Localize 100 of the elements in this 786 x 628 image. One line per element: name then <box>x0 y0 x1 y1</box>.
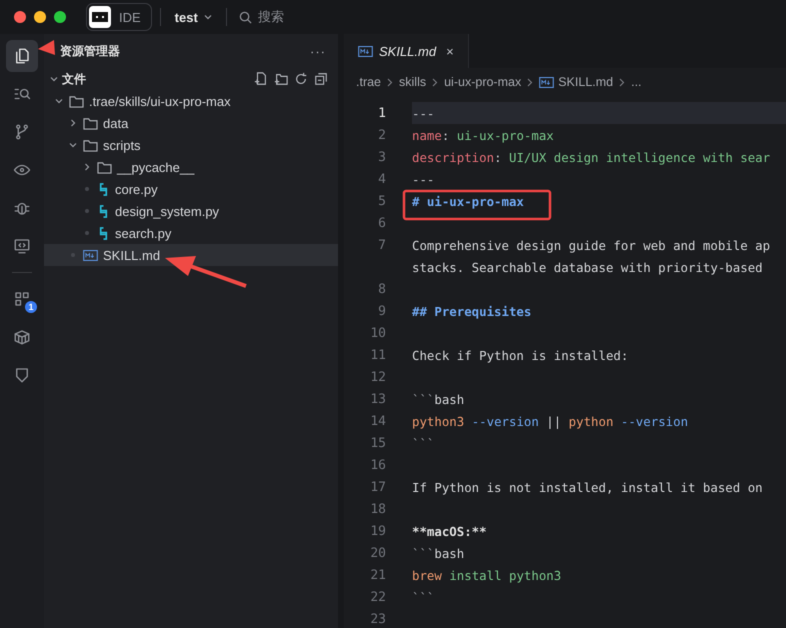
dot-icon <box>85 187 89 191</box>
tree-item[interactable]: SKILL.md <box>44 244 338 266</box>
folder-icon <box>69 94 84 108</box>
code-token: description <box>412 150 494 164</box>
code-token: Comprehensive design guide for web and mobile ap <box>412 238 770 252</box>
line-number: 17 <box>369 480 386 494</box>
line-number: 8 <box>377 282 386 296</box>
code-token: ``` <box>412 546 434 560</box>
code-token: name <box>412 128 442 142</box>
new-file-icon[interactable] <box>254 72 268 86</box>
line-number: 7 <box>377 238 386 252</box>
chevron-right-icon <box>619 78 626 86</box>
count-badge: 1 <box>25 301 37 313</box>
code-token: ui-ux-pro-max <box>456 128 554 142</box>
chevron-down-icon <box>55 97 63 105</box>
breadcrumb-item[interactable]: ... <box>631 75 642 89</box>
activity-button[interactable] <box>6 40 38 72</box>
branch-icon <box>13 123 31 141</box>
code-token: stacks. Searchable database with priority-based <box>412 260 763 274</box>
collapse-icon[interactable] <box>314 72 328 86</box>
breadcrumb-item[interactable]: skills <box>399 75 426 89</box>
line-number: 11 <box>369 348 386 362</box>
chevron-down-icon <box>204 13 212 21</box>
line-number: 3 <box>377 150 386 164</box>
line-number: 18 <box>369 502 386 516</box>
more-button[interactable]: ··· <box>310 44 326 58</box>
code-token: --- <box>412 106 434 120</box>
line-number: 14 <box>369 414 386 428</box>
files-icon <box>13 47 31 65</box>
search-field[interactable]: 搜索 <box>234 8 288 26</box>
folder-icon <box>83 138 98 152</box>
logo-icon <box>89 6 111 28</box>
markdown-icon <box>83 250 98 260</box>
line-number: 1 <box>377 106 386 120</box>
line-number: 4 <box>377 172 386 186</box>
close-tab-button[interactable]: × <box>446 44 454 58</box>
markdown-icon <box>539 76 554 88</box>
chevron-right-icon <box>527 78 534 86</box>
line-number: 15 <box>369 436 386 450</box>
folder-icon <box>83 116 98 130</box>
section-header[interactable]: 文件 <box>50 70 254 88</box>
line-number: 6 <box>377 216 386 230</box>
code-token: python3 <box>412 414 466 428</box>
code-token: --- <box>412 172 434 186</box>
tree-item[interactable]: __pycache__ <box>44 156 338 178</box>
line-number: 13 <box>369 392 386 406</box>
code-token: # ui-ux-pro-max <box>412 194 524 208</box>
code-token: ``` <box>412 392 434 406</box>
line-number: 22 <box>369 590 386 604</box>
search-icon <box>238 10 252 24</box>
chevron-right-icon <box>432 78 438 86</box>
folder-icon <box>97 160 112 174</box>
line-number: 5 <box>377 194 386 208</box>
line-number: 2 <box>377 128 386 142</box>
activity-button[interactable]: 1 <box>6 283 38 315</box>
chevron-right-icon <box>83 163 91 171</box>
code-token: brew <box>412 568 443 582</box>
maximize-window-button[interactable] <box>54 11 66 23</box>
code-token: ``` <box>412 590 434 604</box>
code-token: ## Prerequisites <box>412 304 532 318</box>
arrow-annotation <box>38 40 55 55</box>
breadcrumb-item[interactable]: SKILL.md <box>539 75 614 89</box>
code-token: : <box>494 150 503 164</box>
line-number: 10 <box>369 326 386 340</box>
code-token: UI/UX design intelligence with sear <box>508 150 770 164</box>
line-number: 12 <box>369 370 386 384</box>
panel-title: 资源管理器 <box>60 42 120 60</box>
markdown-icon <box>358 46 373 56</box>
chevron-right-icon <box>387 78 394 86</box>
code-token: If Python is not installed, install it based on <box>412 480 763 494</box>
app-switcher[interactable]: IDE <box>86 3 152 31</box>
line-number: 23 <box>369 612 386 626</box>
tree-item[interactable]: search.py <box>44 222 338 244</box>
minimize-window-button[interactable] <box>34 11 46 23</box>
tree-item[interactable]: data <box>44 112 338 134</box>
tree-item[interactable]: design_system.py <box>44 200 338 222</box>
code-token: Check if Python is installed: <box>412 348 628 362</box>
project-selector[interactable]: test <box>168 10 218 24</box>
code-token: **macOS:** <box>412 524 487 538</box>
new-folder-icon[interactable] <box>274 72 288 86</box>
breadcrumb-item[interactable]: .trae <box>356 75 382 89</box>
line-number: 20 <box>369 546 386 560</box>
tree-item[interactable]: .trae/skills/ui-ux-pro-max <box>44 90 338 112</box>
cube-icon <box>13 328 31 346</box>
tree-item[interactable]: core.py <box>44 178 338 200</box>
monitor-icon <box>13 237 31 255</box>
breadcrumb-item[interactable]: ui-ux-pro-max <box>444 75 522 89</box>
editor-tab[interactable]: SKILL.md × <box>344 34 469 68</box>
close-window-button[interactable] <box>14 11 26 23</box>
chevron-right-icon <box>69 119 77 127</box>
code-token: ``` <box>412 436 434 450</box>
shield-icon <box>13 366 31 384</box>
code-token: bash <box>434 546 464 560</box>
line-number: 9 <box>377 304 386 318</box>
refresh-icon[interactable] <box>294 72 308 86</box>
tree-item[interactable]: scripts <box>44 134 338 156</box>
dot-icon <box>85 231 89 235</box>
extensions-icon <box>13 290 31 308</box>
chevron-down-icon <box>69 141 77 149</box>
code-token: --version <box>472 414 539 428</box>
